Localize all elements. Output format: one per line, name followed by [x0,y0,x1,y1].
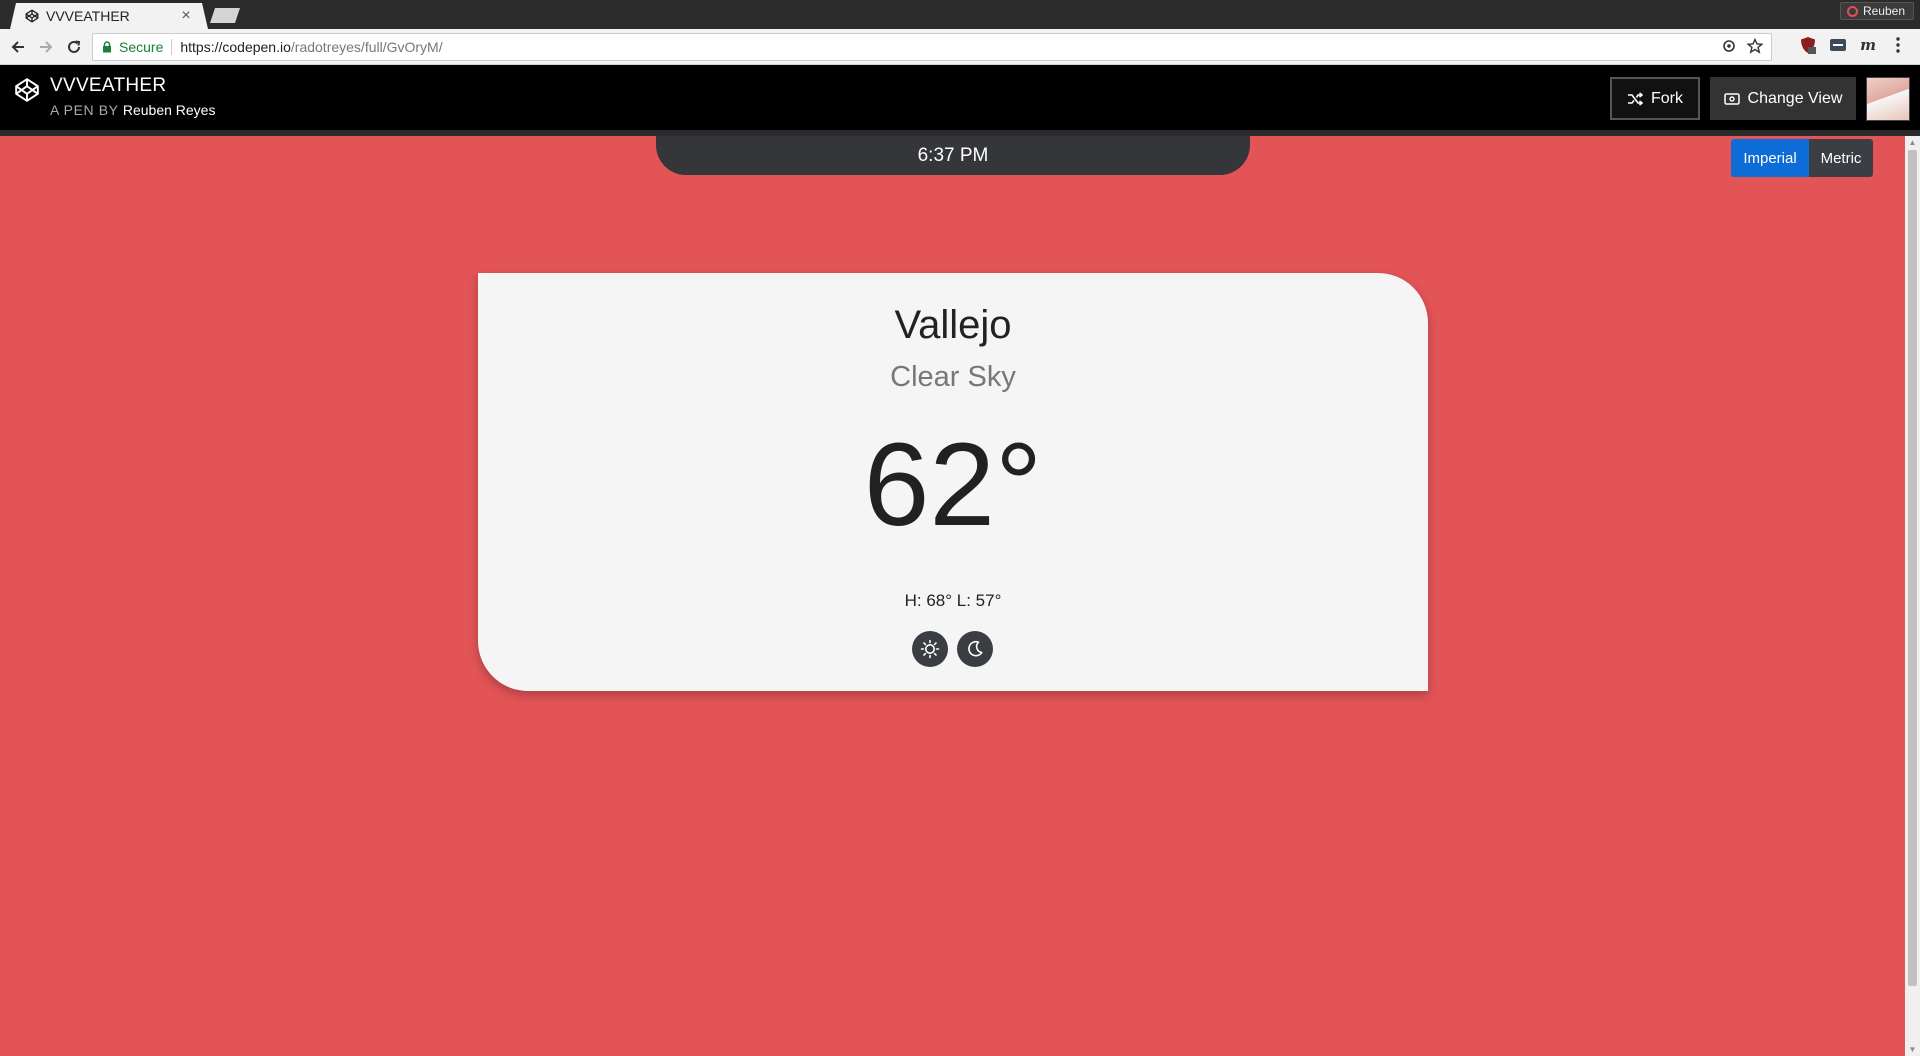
sun-icon [920,639,940,659]
reload-button[interactable] [62,35,86,59]
browser-tab-strip: VVVEATHER × Reuben [0,0,1920,29]
browser-tab[interactable]: VVVEATHER × [10,3,208,29]
dark-theme-button[interactable] [957,631,993,667]
forward-arrow-icon [40,41,53,53]
pen-title: VVVEATHER [50,75,167,96]
m-extension-icon[interactable]: m [1858,35,1878,55]
url-path: /radotreyes/full/GvOryM/ [290,39,443,55]
address-bar[interactable]: Secure https://codepen.io/radotreyes/ful… [92,33,1772,61]
back-button[interactable] [6,35,30,59]
moon-icon [968,640,983,657]
change-view-label: Change View [1747,89,1843,107]
imperial-button[interactable]: Imperial [1731,139,1809,177]
metric-button[interactable]: Metric [1809,139,1873,177]
browser-menu-icon[interactable] [1888,35,1908,55]
tab-title: VVVEATHER [46,8,130,24]
high-low-temperature: H: 68° L: 57° [904,591,1002,610]
current-temperature: 62° [863,419,1043,551]
theme-buttons [912,631,993,667]
fork-icon [1628,91,1643,106]
pen-byline: A PEN BY Reuben Reyes [50,102,215,118]
location-icon[interactable] [1721,38,1737,54]
profile-name: Reuben [1862,4,1905,18]
secure-label: Secure [119,39,164,55]
change-view-icon [1723,92,1740,105]
lock-icon [103,41,111,53]
ublock-extension-icon[interactable] [1798,35,1818,55]
weather-card: Vallejo Clear Sky 62° H: 68° L: 57° [478,273,1428,691]
fork-button[interactable]: Fork [1610,77,1700,120]
scroll-thumb[interactable] [1908,150,1917,986]
page-scrollbar[interactable]: ▲ ▼ [1905,136,1920,1056]
profile-icon [1846,6,1858,17]
current-time: 6:37 PM [656,136,1250,175]
scroll-down-arrow-icon[interactable]: ▼ [1908,1045,1917,1054]
codepen-header: VVVEATHER A PEN BY Reuben Reyes Fork Cha… [0,65,1920,130]
user-avatar[interactable] [1866,77,1910,121]
url-host: https://codepen.io [180,39,291,55]
pen-author-link[interactable]: Reuben Reyes [123,102,216,118]
omnibox-separator [171,39,173,55]
unit-toggle: Imperial Metric [1731,139,1873,177]
new-tab-button[interactable] [210,8,240,23]
light-theme-button[interactable] [912,631,948,667]
tab-close-icon[interactable]: × [178,8,194,24]
extension-icon[interactable] [1828,35,1848,55]
weather-condition: Clear Sky [890,361,1016,393]
change-view-button[interactable]: Change View [1710,77,1856,120]
profile-button[interactable]: Reuben [1839,2,1914,20]
codepen-logo-icon[interactable] [14,77,40,103]
fork-label: Fork [1651,89,1683,107]
pen-by-label: A PEN BY [50,102,119,118]
scroll-up-arrow-icon[interactable]: ▲ [1908,138,1917,147]
browser-toolbar: Secure https://codepen.io/radotreyes/ful… [0,29,1920,65]
back-arrow-icon [11,41,24,53]
codepen-favicon-icon [24,8,40,24]
reload-icon [68,40,81,53]
city-name: Vallejo [894,303,1012,347]
forward-button[interactable] [34,35,58,59]
bookmark-star-icon[interactable] [1747,38,1763,54]
